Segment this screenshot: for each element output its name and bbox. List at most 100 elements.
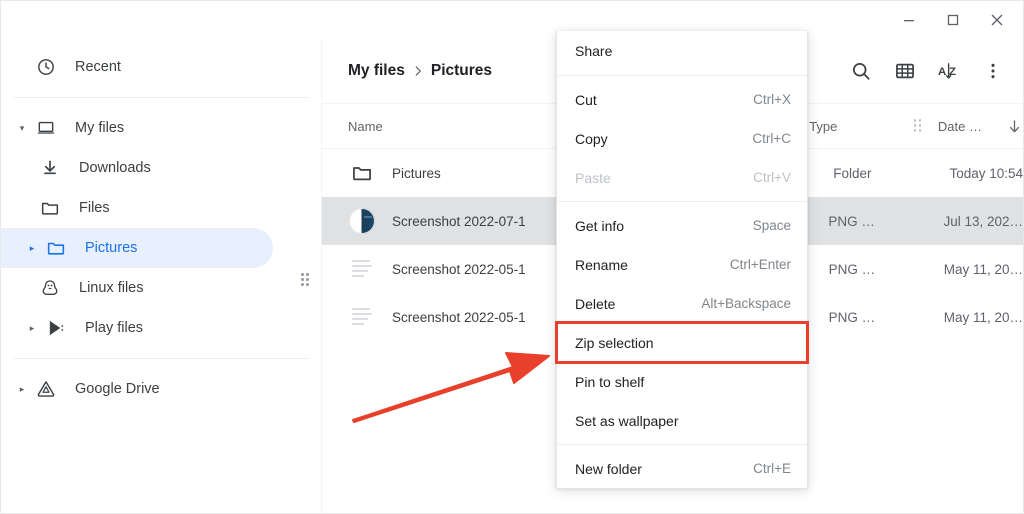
column-resize-handle-type[interactable] [914, 119, 924, 133]
sidebar: Recent ▾ My files [1, 39, 321, 514]
menu-item-rename[interactable]: Rename Ctrl+Enter [557, 245, 807, 284]
linux-icon [37, 278, 63, 298]
file-name: Screenshot 2022-05-1 [392, 310, 526, 325]
menu-item-get-info[interactable]: Get info Space [557, 206, 807, 245]
chevron-right-icon[interactable]: ▸ [21, 324, 43, 333]
file-name: Screenshot 2022-07-1 [392, 214, 526, 229]
file-date: May 11, 20… [944, 262, 1023, 277]
menu-item-zip-selection[interactable]: Zip selection [557, 323, 807, 362]
more-vert-icon [983, 61, 1003, 81]
sort-descending-icon [1006, 118, 1023, 135]
menu-item-delete[interactable]: Delete Alt+Backspace [557, 284, 807, 323]
column-header-label: Type [809, 119, 837, 134]
menu-item-accel: Ctrl+E [753, 461, 791, 476]
minimize-icon [902, 13, 916, 27]
column-header-label: Date … [938, 119, 982, 134]
sidebar-item-downloads[interactable]: Downloads [1, 148, 281, 188]
menu-item-label: Cut [575, 92, 597, 108]
drive-icon [33, 379, 59, 399]
sidebar-item-play-files[interactable]: ▸ Play files [1, 308, 281, 348]
column-header-date[interactable]: Date … [938, 118, 1023, 135]
menu-item-label: Get info [575, 218, 624, 234]
folder-icon [348, 162, 376, 184]
menu-separator [557, 444, 807, 445]
breadcrumb-item-pictures[interactable]: Pictures [431, 62, 492, 80]
menu-item-accel: Space [753, 218, 791, 233]
close-icon [989, 12, 1005, 28]
menu-item-accel: Alt+Backspace [701, 296, 791, 311]
image-thumbnail-icon [348, 304, 376, 330]
search-button[interactable] [839, 49, 883, 93]
chevron-right-icon[interactable]: ▸ [21, 244, 43, 253]
sidebar-item-label: My files [59, 120, 124, 136]
menu-item-label: New folder [575, 461, 642, 477]
maximize-button[interactable] [931, 1, 975, 39]
search-icon [850, 60, 872, 82]
breadcrumb: My files Pictures [348, 62, 492, 80]
breadcrumb-item-my-files[interactable]: My files [348, 62, 405, 80]
sidebar-section-my-files: ▾ My files Downloads [1, 100, 321, 356]
sidebar-item-google-drive[interactable]: ▸ Google Drive [1, 369, 281, 409]
column-header-label: Name [348, 119, 383, 134]
sidebar-item-label: Google Drive [59, 381, 160, 397]
chevron-down-icon[interactable]: ▾ [11, 124, 33, 133]
menu-item-label: Pin to shelf [575, 374, 644, 390]
menu-item-cut[interactable]: Cut Ctrl+X [557, 80, 807, 119]
sort-az-button[interactable]: A Z [927, 49, 971, 93]
svg-text:A: A [938, 66, 946, 78]
image-thumbnail-icon [348, 208, 376, 234]
menu-item-set-as-wallpaper[interactable]: Set as wallpaper [557, 401, 807, 440]
menu-item-accel: Ctrl+X [753, 92, 791, 107]
file-date: Today 10:54 [949, 166, 1023, 181]
column-header-type[interactable]: Type [809, 119, 914, 134]
sidebar-item-recent[interactable]: Recent [1, 47, 281, 87]
context-menu: Share Cut Ctrl+X Copy Ctrl+C Paste Ctrl+… [556, 31, 808, 489]
menu-item-label: Share [575, 43, 612, 59]
menu-item-share[interactable]: Share [557, 31, 807, 71]
more-options-button[interactable] [971, 49, 1015, 93]
file-date: May 11, 20… [944, 310, 1023, 325]
sidebar-divider-2 [13, 358, 309, 359]
window-controls [887, 1, 1019, 39]
sort-az-icon: A Z [937, 60, 961, 82]
menu-item-accel: Ctrl+V [753, 170, 791, 185]
file-name: Screenshot 2022-05-1 [392, 262, 526, 277]
grid-view-button[interactable] [883, 49, 927, 93]
menu-item-label: Rename [575, 257, 628, 273]
menu-item-label: Set as wallpaper [575, 413, 679, 429]
menu-item-new-folder[interactable]: New folder Ctrl+E [557, 449, 807, 488]
clock-icon [33, 57, 59, 77]
laptop-icon [33, 118, 59, 138]
sidebar-item-label: Linux files [63, 280, 143, 296]
sidebar-item-files[interactable]: Files [1, 188, 281, 228]
sidebar-section-drive: ▸ Google Drive [1, 361, 321, 417]
sidebar-item-label: Files [63, 200, 110, 216]
sidebar-section-recent: Recent [1, 39, 321, 95]
folder-icon [37, 198, 63, 218]
menu-item-pin-to-shelf[interactable]: Pin to shelf [557, 362, 807, 401]
menu-item-copy[interactable]: Copy Ctrl+C [557, 119, 807, 158]
menu-item-accel: Ctrl+C [752, 131, 791, 146]
file-date: Jul 13, 202… [943, 214, 1023, 229]
menu-item-label: Delete [575, 296, 615, 312]
file-type: PNG … [829, 310, 944, 325]
file-type: Folder [833, 166, 949, 181]
close-button[interactable] [975, 1, 1019, 39]
menu-separator [557, 201, 807, 202]
sidebar-item-linux-files[interactable]: Linux files [1, 268, 281, 308]
files-app-window: Recent ▾ My files [0, 0, 1024, 514]
menu-item-label: Copy [575, 131, 608, 147]
sidebar-item-my-files[interactable]: ▾ My files [1, 108, 281, 148]
file-type: PNG … [829, 262, 944, 277]
grid-view-icon [894, 60, 916, 82]
chevron-right-icon [411, 64, 425, 78]
file-type: PNG … [828, 214, 943, 229]
sidebar-divider-1 [13, 97, 309, 98]
drag-handle-icon[interactable] [301, 273, 313, 287]
minimize-button[interactable] [887, 1, 931, 39]
menu-item-label: Paste [575, 170, 611, 186]
chevron-right-icon[interactable]: ▸ [11, 385, 33, 394]
sidebar-item-pictures[interactable]: ▸ Pictures [1, 228, 273, 268]
sidebar-item-label: Downloads [63, 160, 151, 176]
sidebar-item-label: Recent [59, 59, 121, 75]
